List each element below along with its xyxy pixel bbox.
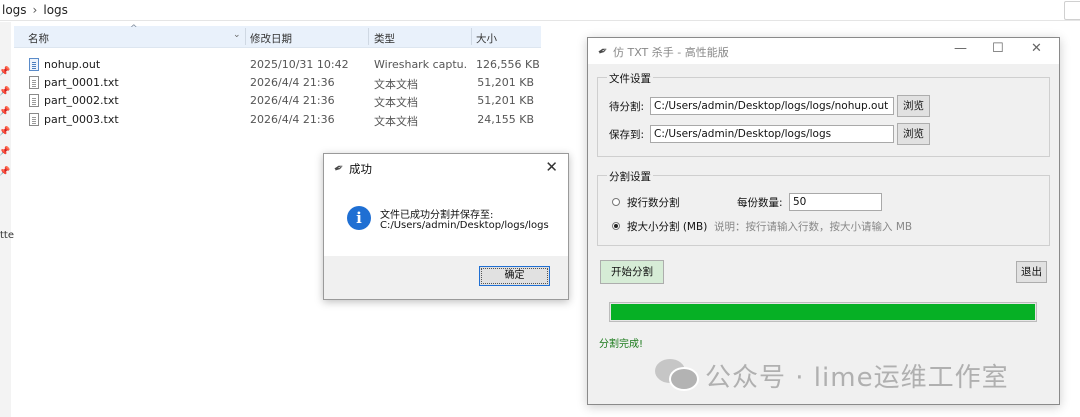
chevron-right-icon: › [32, 3, 38, 17]
file-type: 文本文档 [374, 115, 418, 128]
split-by-size-label[interactable]: 按大小分割 (MB) [627, 219, 707, 234]
text-file-icon [29, 94, 39, 107]
pin-icon: 📌 [0, 127, 11, 137]
column-header-row: ^ 名称 ⌄ 修改日期 类型 大小 [14, 24, 541, 48]
ok-button[interactable]: 确定 [479, 266, 550, 286]
file-name: part_0002.txt [44, 94, 119, 107]
success-dialog: ✒ 成功 ✕ i 文件已成功分割并保存至: C:/Users/admin/Des… [323, 153, 569, 300]
split-by-size-radio[interactable] [612, 222, 620, 230]
exit-button[interactable]: 退出 [1016, 261, 1047, 283]
minimize-icon[interactable]: — [954, 41, 967, 56]
browse-dest-button[interactable]: 浏览 [897, 123, 930, 145]
dest-path-input[interactable]: C:/Users/admin/Desktop/logs/logs [650, 125, 894, 143]
file-size: 24,155 KB [477, 113, 534, 126]
pin-icon: 📌 [0, 167, 11, 177]
per-count-label: 每份数量: [737, 197, 783, 209]
dialog-message: 文件已成功分割并保存至: [380, 210, 494, 221]
maximize-icon[interactable]: ☐ [992, 41, 1004, 56]
column-header-type[interactable]: 类型 [374, 31, 395, 46]
file-date: 2026/4/4 21:36 [250, 76, 335, 89]
pin-icon: 📌 [0, 87, 11, 97]
file-date: 2025/10/31 10:42 [250, 58, 349, 71]
feather-icon: ✒ [331, 159, 347, 177]
column-header-date[interactable]: 修改日期 [250, 31, 292, 46]
dialog-title-bar[interactable]: ✒ 成功 ✕ [324, 154, 568, 182]
window-title: 仿 TXT 杀手 - 高性能版 [613, 46, 729, 59]
close-icon[interactable]: ✕ [545, 158, 558, 176]
status-text: 分割完成! [599, 339, 644, 350]
file-type: 文本文档 [374, 96, 418, 109]
pin-icon: 📌 [0, 67, 11, 77]
text-file-icon [29, 76, 39, 89]
dest-label: 保存到: [609, 129, 645, 141]
start-split-button[interactable]: 开始分割 [600, 260, 664, 284]
per-count-input[interactable]: 50 [789, 193, 882, 211]
file-size: 126,556 KB [476, 58, 540, 71]
address-bar[interactable]: logs › logs [0, 0, 1080, 21]
group-legend: 文件设置 [607, 71, 653, 86]
dialog-title: 成功 [349, 162, 372, 176]
split-by-lines-radio[interactable] [612, 198, 620, 206]
pin-icon: 📌 [0, 147, 11, 157]
watermark-text: 公众号 · lime运维工作室 [705, 363, 1009, 393]
splitter-window: ✒ 仿 TXT 杀手 - 高性能版 — ☐ ✕ 文件设置 待分割: C:/Use… [587, 37, 1060, 405]
pin-icon: 📌 [0, 107, 11, 117]
breadcrumb-item[interactable]: logs [43, 3, 68, 17]
navigation-pane[interactable]: 📌 📌 📌 📌 📌 📌 [0, 22, 11, 417]
file-row[interactable]: part_0003.txt 2026/4/4 21:36 文本文档 24,155… [14, 111, 541, 129]
file-name: part_0003.txt [44, 113, 119, 126]
column-header-name[interactable]: 名称 [28, 31, 49, 46]
chevron-down-icon[interactable]: ⌄ [233, 30, 241, 40]
file-type: 文本文档 [374, 78, 418, 91]
progress-fill [611, 304, 1035, 320]
file-date: 2026/4/4 21:36 [250, 113, 335, 126]
browse-source-button[interactable]: 浏览 [897, 95, 930, 117]
dialog-body: i 文件已成功分割并保存至: C:/Users/admin/Desktop/lo… [324, 182, 568, 256]
text-file-icon [29, 113, 39, 126]
file-row[interactable]: part_0001.txt 2026/4/4 21:36 文本文档 51,201… [14, 74, 541, 92]
file-row[interactable]: nohup.out 2025/10/31 10:42 Wireshark cap… [14, 56, 541, 74]
file-size: 51,201 KB [477, 76, 534, 89]
file-row[interactable]: part_0002.txt 2026/4/4 21:36 文本文档 51,201… [14, 92, 541, 110]
file-size: 51,201 KB [477, 94, 534, 107]
column-divider[interactable] [245, 28, 246, 45]
progress-bar [609, 302, 1037, 322]
column-divider[interactable] [471, 28, 472, 45]
window-title-bar[interactable]: ✒ 仿 TXT 杀手 - 高性能版 — ☐ ✕ [588, 38, 1059, 64]
file-settings-group: 文件设置 待分割: C:/Users/admin/Desktop/logs/lo… [597, 71, 1050, 157]
file-name: nohup.out [44, 58, 101, 71]
wechat-icon-bubble [669, 367, 699, 391]
file-date: 2026/4/4 21:36 [250, 94, 335, 107]
nav-item-truncated: tte [0, 230, 14, 241]
close-icon[interactable]: ✕ [1031, 41, 1042, 56]
column-header-size[interactable]: 大小 [476, 31, 497, 46]
dialog-message-path: C:/Users/admin/Desktop/logs/logs [380, 220, 549, 231]
sort-ascending-icon: ^ [130, 24, 138, 34]
info-icon: i [347, 206, 371, 230]
split-hint-text: 说明：按行请输入行数，按大小请输入 MB [714, 221, 913, 233]
group-legend: 分割设置 [607, 169, 653, 184]
file-type: Wireshark captu... [374, 58, 466, 71]
breadcrumb-item[interactable]: logs [2, 3, 27, 17]
source-label: 待分割: [609, 101, 645, 113]
split-by-lines-label[interactable]: 按行数分割 [627, 195, 680, 210]
file-name: part_0001.txt [44, 76, 119, 89]
feather-icon: ✒ [595, 42, 611, 60]
split-settings-group: 分割设置 按行数分割 每份数量: 50 按大小分割 (MB) 说明：按行请输入行… [597, 169, 1050, 246]
source-path-input[interactable]: C:/Users/admin/Desktop/logs/logs/nohup.o… [650, 97, 894, 115]
pcap-file-icon [29, 58, 39, 71]
search-box[interactable] [1064, 1, 1080, 20]
breadcrumb: logs › logs [2, 3, 68, 17]
column-divider[interactable] [368, 28, 369, 45]
